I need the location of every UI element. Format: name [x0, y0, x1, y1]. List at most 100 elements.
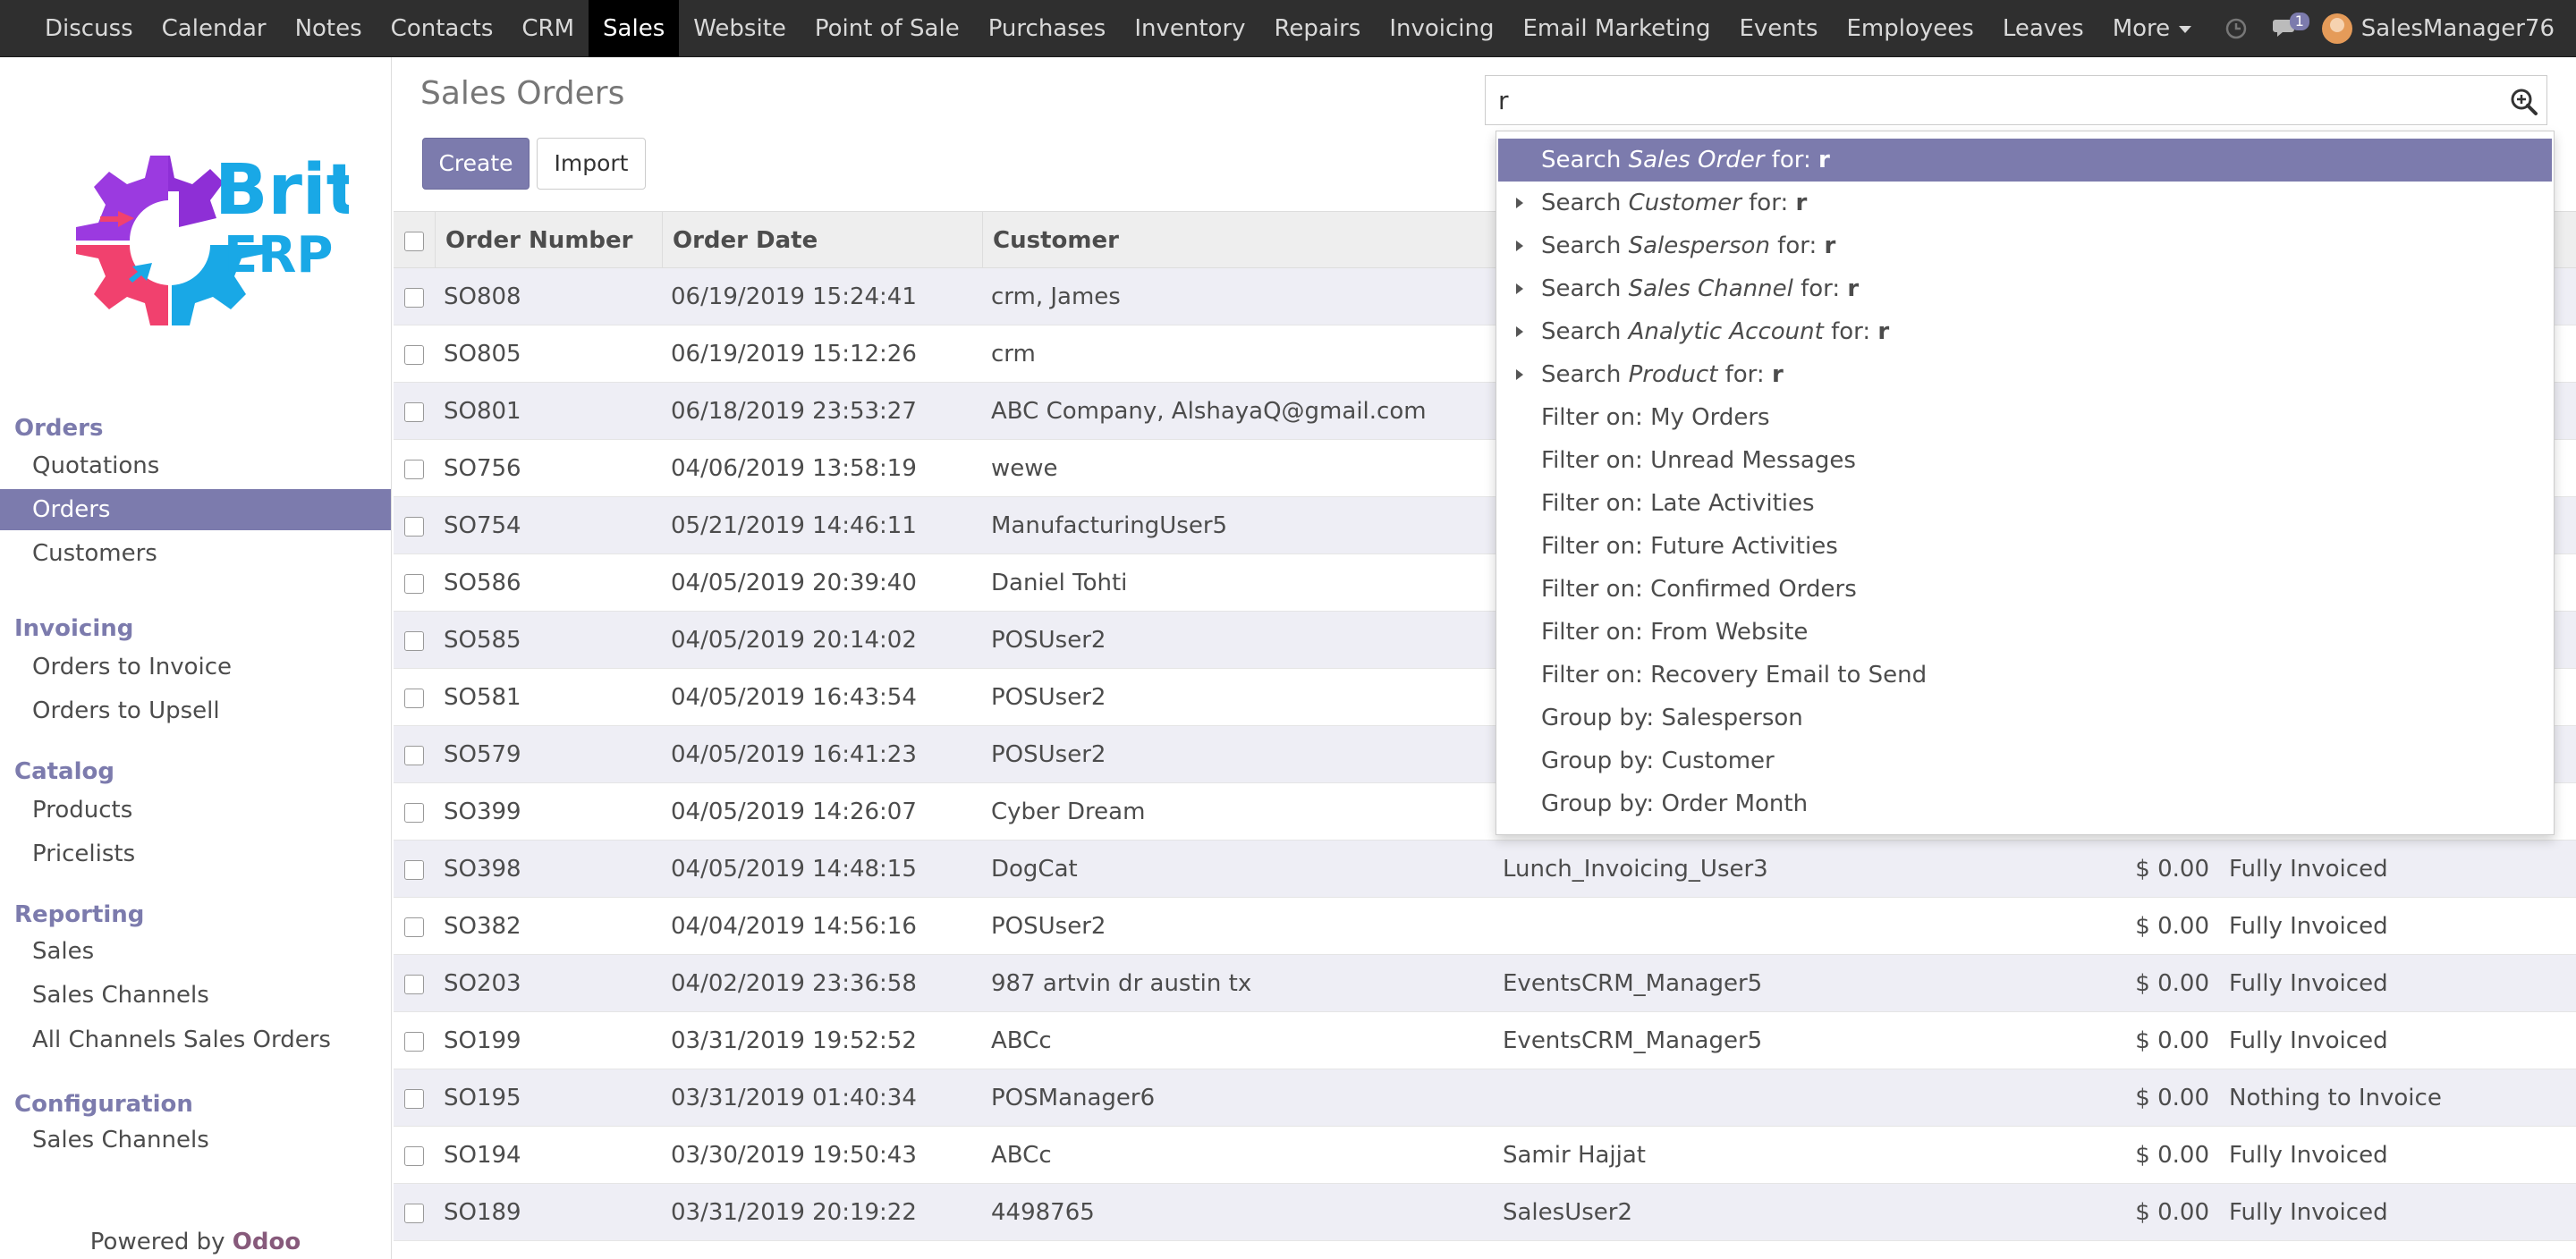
- order-date-cell: 06/19/2019 15:12:26: [671, 341, 917, 368]
- search-option[interactable]: Search Salesperson for: r: [1498, 224, 2552, 267]
- menu-email-marketing[interactable]: Email Marketing: [1508, 0, 1724, 57]
- search-option-term: r: [1795, 190, 1808, 216]
- sidebar-item-sales-channels[interactable]: Sales Channels: [0, 975, 391, 1016]
- sidebar-item-all-channels-sales-orders[interactable]: All Channels Sales Orders: [0, 1019, 391, 1060]
- customer-cell: POSUser2: [991, 684, 1106, 711]
- sidebar-item-customers[interactable]: Customers: [0, 533, 391, 574]
- table-row[interactable]: SO194 03/30/2019 19:50:43 ABCc Samir Hajjat…: [394, 1127, 2576, 1184]
- row-checkbox[interactable]: [404, 517, 424, 537]
- menu-purchases[interactable]: Purchases: [974, 0, 1121, 57]
- menu-invoicing[interactable]: Invoicing: [1375, 0, 1508, 57]
- row-checkbox[interactable]: [404, 746, 424, 765]
- menu-inventory[interactable]: Inventory: [1120, 0, 1259, 57]
- search-magnifier-icon[interactable]: [2509, 87, 2539, 117]
- row-checkbox[interactable]: [404, 1089, 424, 1109]
- total-cell: $ 0.00: [2135, 1027, 2209, 1054]
- search-option[interactable]: Filter on: Unread Messages: [1498, 439, 2552, 482]
- sidebar-item-pricelists[interactable]: Pricelists: [0, 833, 391, 875]
- table-row[interactable]: SO382 04/04/2019 14:56:16 POSUser2 $ 0.00 Fu…: [394, 898, 2576, 955]
- menu-notes[interactable]: Notes: [281, 0, 377, 57]
- row-checkbox[interactable]: [404, 1146, 424, 1166]
- menu-events[interactable]: Events: [1724, 0, 1832, 57]
- row-checkbox[interactable]: [404, 574, 424, 594]
- expand-arrow-icon[interactable]: [1516, 326, 1523, 337]
- search-option[interactable]: Search Customer for: r: [1498, 182, 2552, 224]
- search-option[interactable]: Group by: Salesperson: [1498, 697, 2552, 739]
- search-option[interactable]: Filter on: My Orders: [1498, 396, 2552, 439]
- table-row[interactable]: SO189 03/31/2019 20:19:22 4498765 SalesUser…: [394, 1184, 2576, 1241]
- user-menu[interactable]: SalesManager76: [2361, 15, 2555, 42]
- search-option[interactable]: Filter on: Confirmed Orders: [1498, 568, 2552, 611]
- column-divider: [662, 212, 663, 269]
- menu-contacts[interactable]: Contacts: [377, 0, 508, 57]
- table-row[interactable]: SO203 04/02/2019 23:36:58 987 artvin dr au…: [394, 955, 2576, 1012]
- expand-arrow-icon[interactable]: [1516, 283, 1523, 294]
- row-checkbox[interactable]: [404, 631, 424, 651]
- menu-repairs[interactable]: Repairs: [1260, 0, 1376, 57]
- row-checkbox[interactable]: [404, 345, 424, 365]
- customer-cell: ABCc: [991, 1027, 1052, 1054]
- search-option[interactable]: Group by: Order Month: [1498, 782, 2552, 825]
- menu-point-of-sale[interactable]: Point of Sale: [801, 0, 974, 57]
- row-checkbox[interactable]: [404, 689, 424, 708]
- menu-more[interactable]: More: [2098, 0, 2206, 57]
- row-checkbox[interactable]: [404, 460, 424, 479]
- sidebar-item-sales-channels[interactable]: Sales Channels: [0, 1120, 391, 1161]
- sidebar-item-orders-to-invoice[interactable]: Orders to Invoice: [0, 646, 391, 688]
- import-button[interactable]: Import: [537, 138, 646, 190]
- menu-employees[interactable]: Employees: [1833, 0, 1988, 57]
- row-checkbox[interactable]: [404, 975, 424, 994]
- search-option-field: Product: [1628, 361, 1718, 388]
- table-row[interactable]: SO195 03/31/2019 01:40:34 POSManager6 $ 0.0…: [394, 1069, 2576, 1127]
- table-row[interactable]: SO199 03/31/2019 19:52:52 ABCc EventsCRM_Ma…: [394, 1012, 2576, 1069]
- invoice-status-cell: Fully Invoiced: [2229, 970, 2388, 997]
- row-checkbox[interactable]: [404, 917, 424, 937]
- row-checkbox[interactable]: [404, 803, 424, 823]
- search-option[interactable]: Group by: Customer: [1498, 739, 2552, 782]
- create-button[interactable]: Create: [422, 138, 530, 190]
- customer-cell: 4498765: [991, 1199, 1095, 1226]
- column-header-customer[interactable]: Customer: [993, 212, 1119, 269]
- search-option[interactable]: Filter on: Recovery Email to Send: [1498, 654, 2552, 697]
- expand-arrow-icon[interactable]: [1516, 241, 1523, 251]
- expand-arrow-icon[interactable]: [1516, 369, 1523, 380]
- search-option[interactable]: Filter on: Late Activities: [1498, 482, 2552, 525]
- row-checkbox[interactable]: [404, 288, 424, 308]
- invoice-status-cell: Nothing to Invoice: [2229, 1085, 2442, 1111]
- column-header-order-number[interactable]: Order Number: [445, 212, 632, 269]
- row-checkbox[interactable]: [404, 1204, 424, 1223]
- sidebar-item-products[interactable]: Products: [0, 790, 391, 831]
- menu-calendar[interactable]: Calendar: [148, 0, 281, 57]
- sidebar-section-invoicing: Invoicing: [14, 615, 134, 642]
- menu-crm[interactable]: CRM: [507, 0, 589, 57]
- messages-icon[interactable]: 1: [2270, 11, 2309, 46]
- sidebar-item-orders[interactable]: Orders: [0, 489, 391, 530]
- search-option[interactable]: Search Sales Channel for: r: [1498, 267, 2552, 310]
- search-option[interactable]: Search Product for: r: [1498, 353, 2552, 396]
- sidebar-item-orders-to-upsell[interactable]: Orders to Upsell: [0, 690, 391, 731]
- menu-sales[interactable]: Sales: [589, 0, 680, 57]
- menu-website[interactable]: Website: [679, 0, 801, 57]
- column-header-order-date[interactable]: Order Date: [673, 212, 818, 269]
- order-number-cell: SO585: [444, 627, 521, 654]
- activity-clock-icon[interactable]: [2218, 11, 2254, 46]
- row-checkbox[interactable]: [404, 402, 424, 422]
- select-all-checkbox[interactable]: [404, 232, 424, 251]
- menu-discuss[interactable]: Discuss: [30, 0, 148, 57]
- sidebar-item-quotations[interactable]: Quotations: [0, 445, 391, 486]
- expand-arrow-icon[interactable]: [1516, 198, 1523, 208]
- search-option[interactable]: Filter on: From Website: [1498, 611, 2552, 654]
- search-option[interactable]: Filter on: Future Activities: [1498, 525, 2552, 568]
- search-option[interactable]: Search Analytic Account for: r: [1498, 310, 2552, 353]
- sidebar-item-sales[interactable]: Sales: [0, 931, 391, 972]
- search-option-prefix: Search: [1541, 232, 1629, 259]
- user-avatar[interactable]: [2321, 13, 2352, 44]
- search-option[interactable]: Search Sales Order for: r: [1498, 139, 2552, 182]
- row-checkbox[interactable]: [404, 860, 424, 880]
- table-row[interactable]: SO398 04/05/2019 14:48:15 DogCat Lunch_Invo…: [394, 841, 2576, 898]
- menu-leaves[interactable]: Leaves: [1988, 0, 2098, 57]
- row-checkbox[interactable]: [404, 1032, 424, 1052]
- page-title[interactable]: Sales Orders: [420, 75, 624, 112]
- odoo-link[interactable]: Odoo: [233, 1229, 301, 1255]
- search-input[interactable]: [1493, 76, 2477, 124]
